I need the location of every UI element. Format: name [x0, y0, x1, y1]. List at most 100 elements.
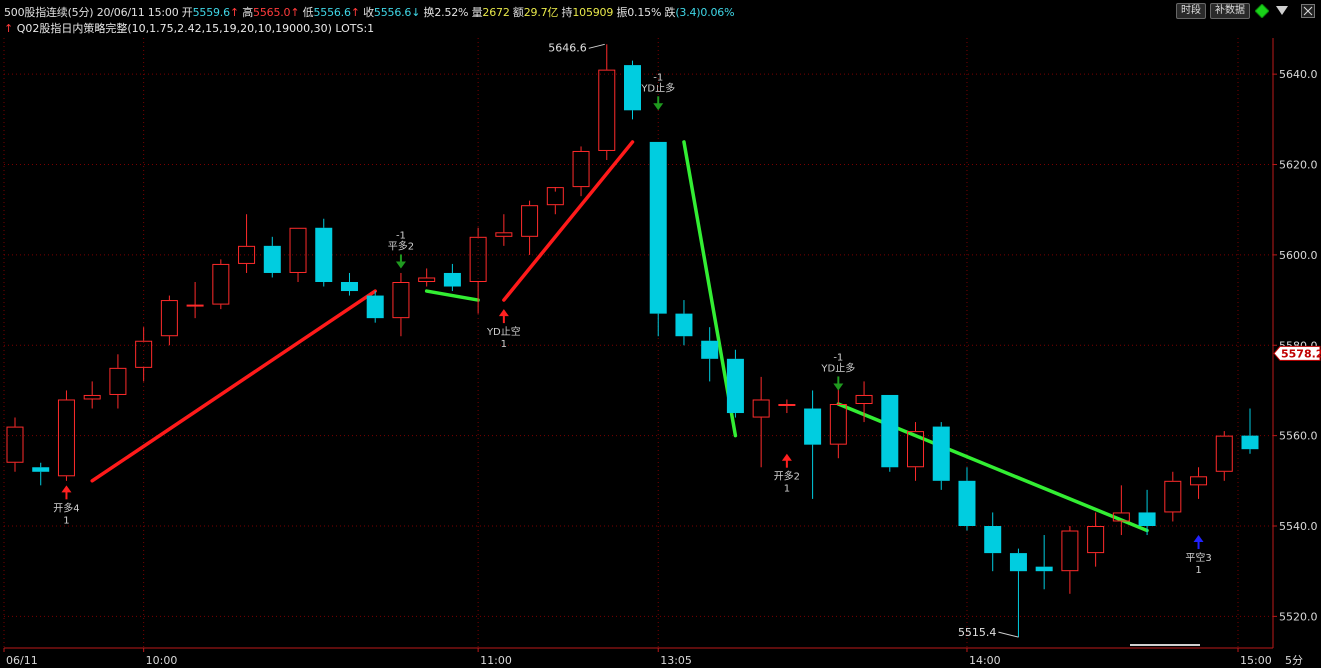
trade-signals[interactable]: 开多41-1平多2YD止空1-1YD止多开多21-1YD止多平空31 [53, 72, 1211, 576]
y-tick-label: 5620.0 [1279, 159, 1318, 172]
candle-body [881, 394, 899, 468]
candle-body [958, 480, 976, 526]
candle-body [829, 404, 847, 445]
trade-signal: -1平多2 [388, 230, 414, 269]
candle-body [701, 340, 719, 359]
candle-body [392, 282, 410, 319]
candle-body [263, 245, 281, 273]
candle-body [109, 367, 127, 395]
candle [881, 394, 899, 472]
candles[interactable] [6, 44, 1259, 638]
candle-body [186, 304, 204, 307]
signal-arrow-down-icon [395, 261, 406, 269]
candle [649, 141, 667, 337]
candle-body [855, 394, 873, 404]
candle-body [315, 227, 333, 282]
last-price-label: 5578.2 [1281, 347, 1321, 360]
candle-body [32, 467, 50, 472]
x-tick-label: 11:00 [480, 654, 512, 667]
signal-arrow-up-icon [61, 485, 72, 493]
candle-body [212, 263, 230, 305]
x-tick-label: 10:00 [146, 654, 178, 667]
trade-signal: YD止空1 [486, 309, 521, 350]
candle-body [572, 150, 590, 188]
x-tick-label: 14:00 [969, 654, 1001, 667]
y-tick-label: 5640.0 [1279, 68, 1318, 81]
signal-label: YD止空 [486, 325, 521, 338]
candle [32, 462, 50, 486]
candle [958, 467, 976, 531]
candle [1009, 548, 1027, 638]
candle [6, 417, 24, 472]
trade-signal: -1YD止多 [820, 352, 855, 391]
low-annotation: 5515.4 [958, 626, 997, 639]
candle [186, 282, 204, 319]
candle-body [778, 404, 796, 406]
signal-arrow-up-icon [781, 453, 792, 461]
candle-body [1061, 530, 1079, 572]
candle [675, 300, 693, 346]
signal-arrow-down-icon [653, 103, 664, 111]
period-label: 5分 [1285, 654, 1303, 667]
candle [932, 422, 950, 490]
candle-body [495, 232, 513, 237]
candle-body [83, 394, 101, 400]
signal-arrow-up-icon [1193, 535, 1204, 543]
candle [701, 327, 719, 382]
candle [778, 399, 796, 414]
candle-body [366, 295, 384, 319]
candle [624, 60, 641, 120]
candle-body [624, 65, 641, 111]
trend-line [502, 140, 635, 302]
candle [392, 272, 410, 337]
candle-body [932, 426, 950, 481]
candle-body [598, 69, 616, 151]
trade-signal: 开多21 [774, 453, 800, 495]
trade-signal: -1YD止多 [640, 72, 675, 111]
grid-lines [3, 38, 1273, 648]
x-tick-label: 13:05 [660, 654, 692, 667]
candle [752, 376, 770, 468]
candle [1164, 471, 1182, 522]
candle-body [752, 399, 770, 418]
candle-body [57, 399, 75, 477]
x-tick-label: 06/11 [6, 654, 38, 667]
y-tick-label: 5560.0 [1279, 430, 1318, 443]
candle [160, 295, 178, 346]
trend-line [424, 289, 480, 302]
axes: 5640.05620.05600.05580.05560.05540.05520… [3, 38, 1321, 667]
signal-label: 1 [1195, 565, 1201, 576]
signal-label: YD止多 [820, 361, 855, 374]
signal-label: 开多4 [53, 501, 79, 514]
candle [212, 259, 230, 310]
candle [1087, 512, 1105, 567]
candle [1215, 431, 1233, 481]
candle [1061, 526, 1079, 594]
candle-body [289, 227, 307, 273]
trade-signal: 平空31 [1185, 535, 1212, 576]
candle-body [521, 205, 539, 237]
candle [1190, 467, 1208, 499]
high-annotation: 5646.6 [548, 41, 587, 54]
candle [907, 422, 925, 481]
low-annotation-leader [998, 631, 1019, 638]
y-tick-label: 5520.0 [1279, 610, 1318, 623]
candle [340, 272, 358, 296]
candle-body [1035, 566, 1053, 572]
candle-body [1087, 526, 1105, 554]
candle-body [1009, 553, 1027, 572]
candlestick-chart[interactable]: 开多41-1平多2YD止空1-1YD止多开多21-1YD止多平空31 5640.… [0, 0, 1321, 668]
signal-label: YD止多 [640, 81, 675, 94]
signal-label: 平多2 [388, 239, 414, 252]
x-tick-label: 15:00 [1240, 654, 1272, 667]
candle [804, 390, 822, 499]
candle [829, 381, 847, 459]
candle [726, 349, 744, 418]
trade-signal: 开多41 [53, 485, 80, 526]
signal-label: 平空3 [1185, 551, 1211, 564]
candle-body [418, 277, 436, 282]
candle-body [804, 408, 822, 445]
candle-body [649, 141, 667, 314]
signal-label: 1 [784, 484, 790, 495]
candle [546, 187, 564, 215]
